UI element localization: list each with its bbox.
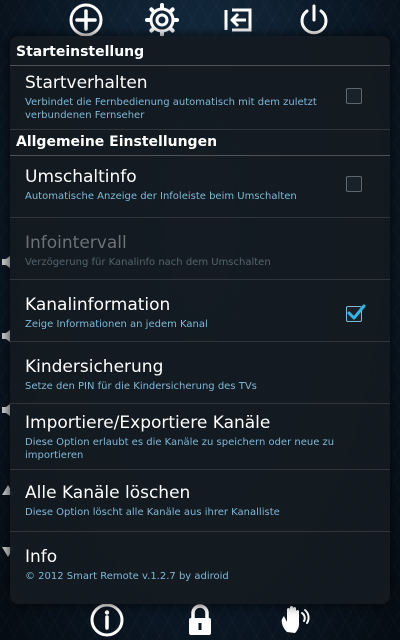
pref-delete-all[interactable]: Alle Kanäle löschen Diese Option löscht … [10, 470, 390, 532]
add-button[interactable] [66, 0, 106, 40]
pref-summary: Diese Option erlaubt es die Kanäle zu sp… [25, 437, 335, 461]
pref-summary: Diese Option löscht alle Kanäle aus ihre… [25, 507, 280, 518]
pref-channelinfo[interactable]: Kanalinformation Zeige Informationen an … [10, 280, 390, 342]
startup-checkbox[interactable] [346, 88, 362, 104]
channelinfo-checkbox[interactable] [346, 304, 366, 322]
pref-parental[interactable]: Kindersicherung Setze den PIN für die Ki… [10, 342, 390, 404]
lock-icon [188, 604, 211, 635]
pref-summary: © 2012 Smart Remote v.1.2.7 by adiroid [25, 571, 229, 582]
gear-icon [145, 3, 179, 37]
pref-title: Kanalinformation [25, 295, 171, 315]
power-icon [300, 4, 328, 35]
top-toolbar [0, 0, 400, 40]
lock-button[interactable] [180, 600, 220, 640]
pref-infointerval: Infointervall Verzögerung für Kanalinfo … [10, 218, 390, 280]
input-source-icon [224, 8, 252, 32]
settings-button[interactable] [142, 0, 182, 40]
pref-title: Startverhalten [25, 73, 148, 93]
check-icon [347, 304, 366, 320]
gesture-button[interactable] [273, 600, 313, 640]
pref-info[interactable]: Info © 2012 Smart Remote v.1.2.7 by adir… [10, 532, 390, 602]
section-header-start: Starteinstellung [10, 36, 390, 66]
pref-summary: Automatische Anzeige der Infoleiste beim… [25, 191, 297, 202]
power-button[interactable] [294, 0, 334, 40]
pref-startup[interactable]: Startverhalten Verbindet die Fernbedienu… [10, 66, 390, 130]
pref-import-export[interactable]: Importiere/Exportiere Kanäle Diese Optio… [10, 404, 390, 470]
hand-gesture-icon [282, 605, 310, 633]
input-source-button[interactable] [218, 0, 258, 40]
pref-summary: Verzögerung für Kanalinfo nach dem Umsch… [25, 257, 271, 268]
pref-title: Importiere/Exportiere Kanäle [25, 413, 271, 433]
pref-title: Infointervall [25, 233, 127, 253]
pref-summary: Verbindet die Fernbedienung automatisch … [25, 97, 317, 121]
section-header-general: Allgemeine Einstellungen [10, 130, 390, 156]
settings-dialog: Starteinstellung Startverhalten Verbinde… [10, 36, 390, 604]
pref-summary: Zeige Informationen an jedem Kanal [25, 319, 208, 330]
pref-zapinfo[interactable]: Umschaltinfo Automatische Anzeige der In… [10, 156, 390, 218]
info-button[interactable] [87, 600, 127, 640]
pref-summary: Setze den PIN für die Kindersicherung de… [25, 381, 257, 392]
pref-title: Kindersicherung [25, 357, 164, 377]
plus-icon [69, 3, 103, 37]
pref-title: Umschaltinfo [25, 167, 137, 187]
pref-title: Info [25, 547, 58, 567]
bottom-toolbar [0, 600, 400, 640]
zapinfo-checkbox[interactable] [346, 176, 362, 192]
pref-title: Alle Kanäle löschen [25, 483, 191, 503]
info-icon [90, 603, 124, 637]
